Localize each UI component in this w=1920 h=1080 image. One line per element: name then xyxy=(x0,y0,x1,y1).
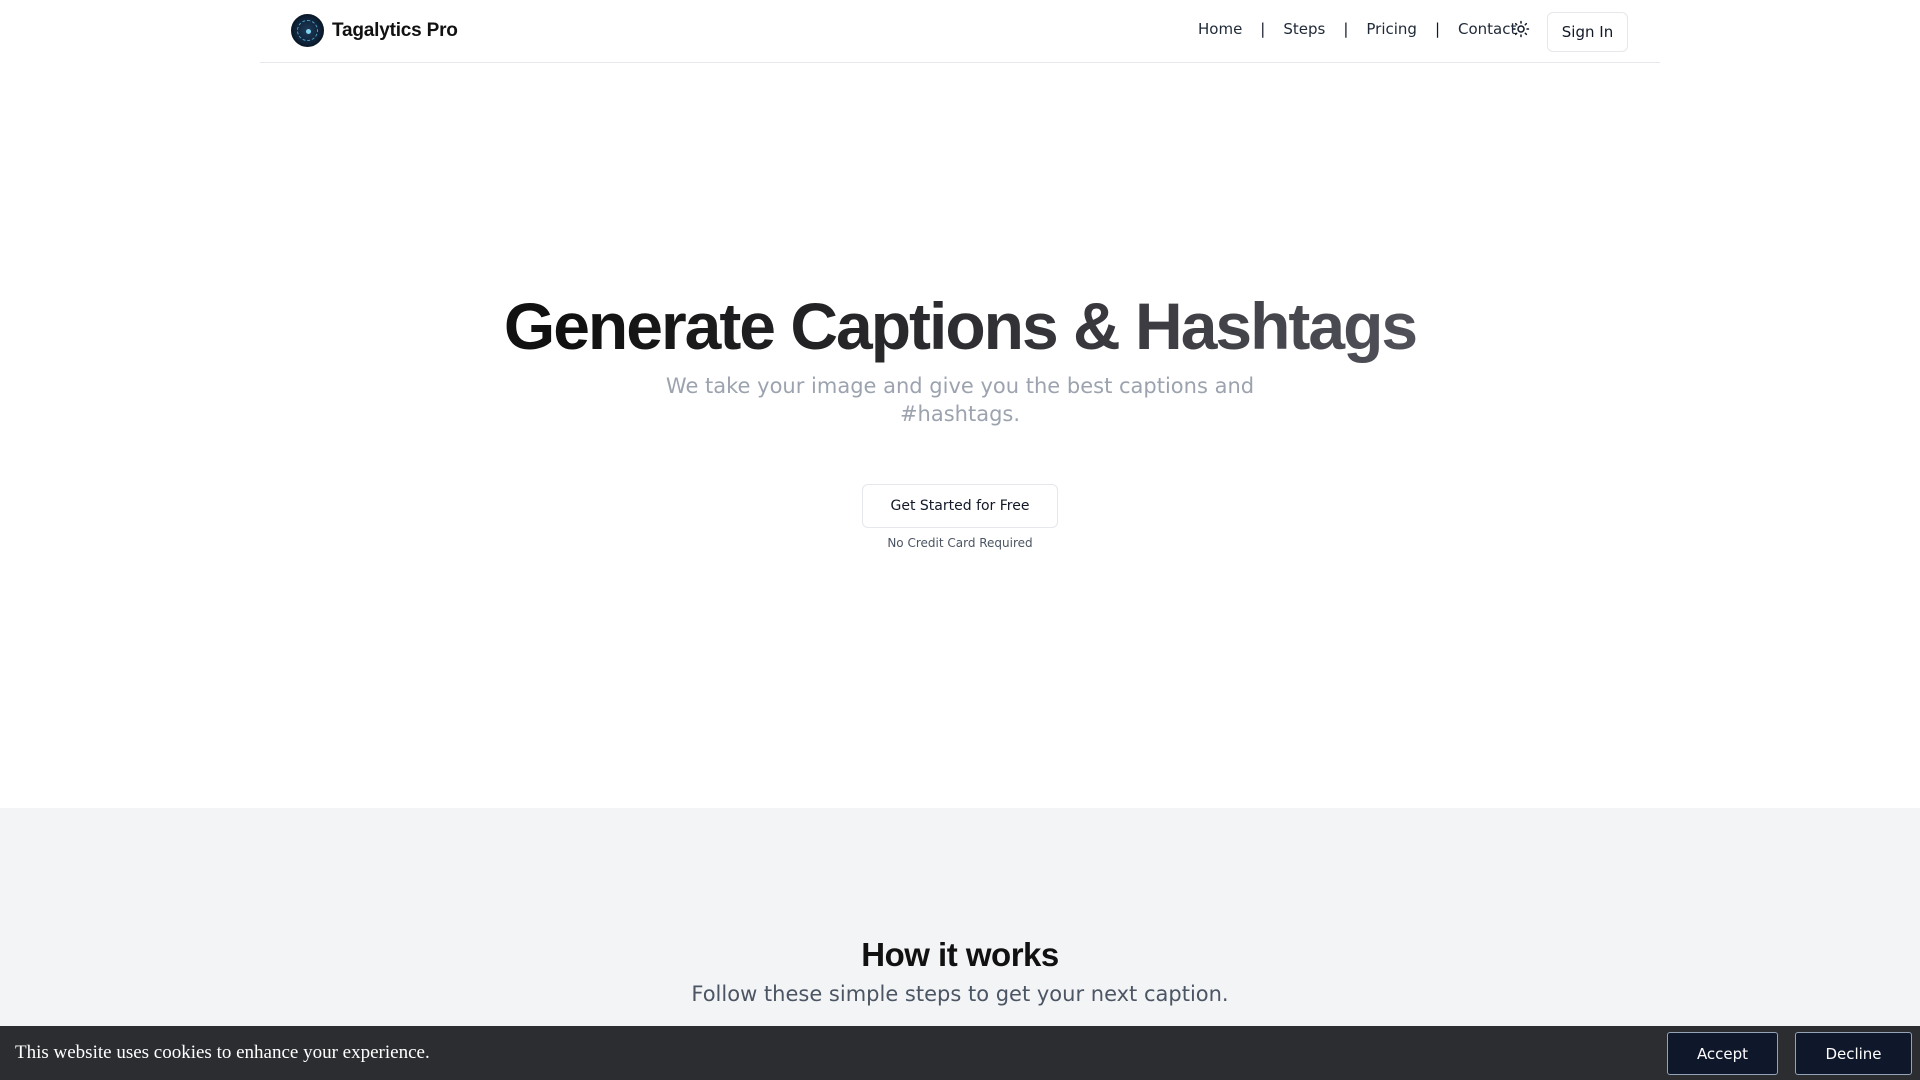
brand-name: Tagalytics Pro xyxy=(332,19,458,41)
nav-separator: | xyxy=(1260,20,1266,38)
cookie-banner: This website uses cookies to enhance you… xyxy=(0,1026,1920,1080)
theme-toggle-button[interactable] xyxy=(1510,18,1532,40)
brand[interactable]: Tagalytics Pro xyxy=(291,14,458,47)
main-nav: Home | Steps | Pricing | Contact xyxy=(1198,20,1516,38)
decline-cookies-button[interactable]: Decline xyxy=(1795,1032,1912,1075)
site-header: Tagalytics Pro Home | Steps | Pricing | … xyxy=(260,0,1660,63)
cookie-message: This website uses cookies to enhance you… xyxy=(15,1042,430,1063)
sun-icon xyxy=(1512,20,1530,38)
nav-pricing[interactable]: Pricing xyxy=(1366,20,1417,38)
accept-cookies-button[interactable]: Accept xyxy=(1667,1032,1778,1075)
hero-title: Generate Captions & Hashtags xyxy=(0,288,1920,364)
nav-home[interactable]: Home xyxy=(1198,20,1242,38)
nav-separator: | xyxy=(1434,20,1441,38)
get-started-button[interactable]: Get Started for Free xyxy=(862,484,1058,528)
sign-in-button[interactable]: Sign In xyxy=(1547,12,1628,52)
how-it-works-subtitle: Follow these simple steps to get your ne… xyxy=(691,982,1229,1006)
nav-contact[interactable]: Contact xyxy=(1458,20,1516,38)
cta-note: No Credit Card Required xyxy=(887,536,1033,550)
hero-section: Generate Captions & Hashtags We take you… xyxy=(0,64,1920,808)
nav-separator: | xyxy=(1343,20,1349,38)
nav-steps[interactable]: Steps xyxy=(1283,20,1325,38)
hero-subtitle: We take your image and give you the best… xyxy=(665,374,1255,426)
tagalytics-logo-icon xyxy=(291,14,324,47)
how-it-works-title: How it works xyxy=(861,936,1059,973)
